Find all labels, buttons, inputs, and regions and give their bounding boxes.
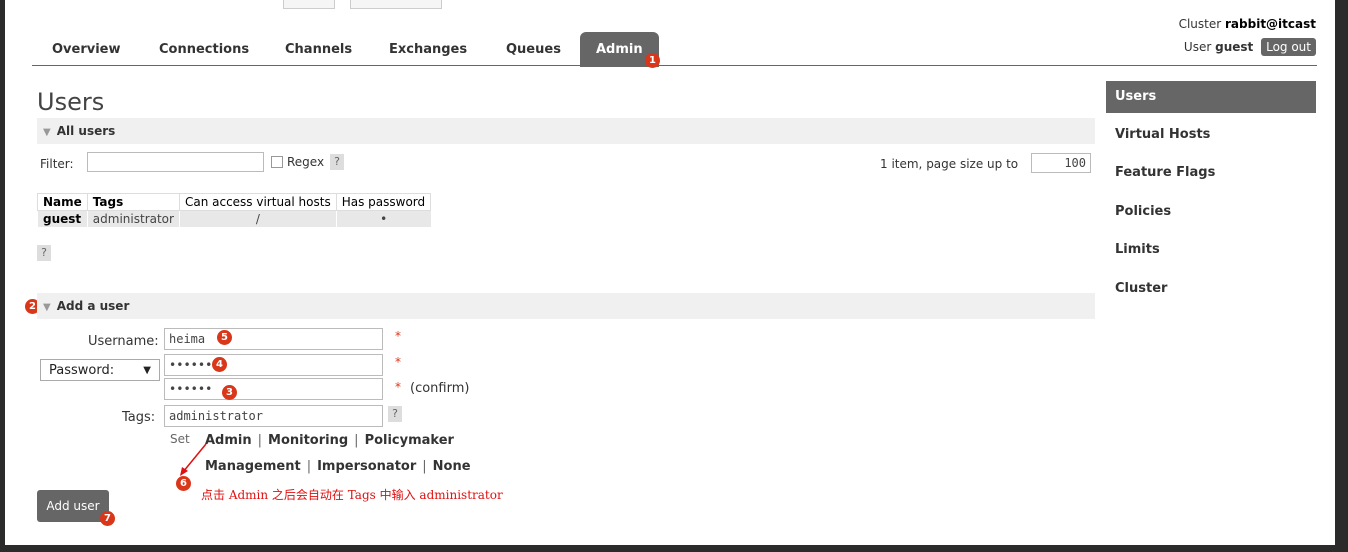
- user-has-password-cell: •: [335, 210, 431, 227]
- required-marker: *: [395, 329, 401, 343]
- sidebar-item-label: Virtual Hosts: [1115, 127, 1211, 142]
- tag-link-monitoring[interactable]: Monitoring: [268, 433, 348, 448]
- add-user-button[interactable]: Add user: [37, 490, 109, 522]
- add-user-title: Add a user: [56, 299, 130, 313]
- table-header-row: Name Tags Can access virtual hosts Has p…: [37, 193, 432, 211]
- separator: |: [257, 433, 263, 448]
- sidebar-item-limits[interactable]: Limits: [1106, 242, 1316, 257]
- tag-link-none[interactable]: None: [433, 459, 471, 474]
- page-size-input[interactable]: [1031, 153, 1091, 173]
- annotation-badge: 3: [222, 385, 237, 400]
- required-marker: *: [395, 355, 401, 369]
- password-type-select[interactable]: Password: ▼: [40, 359, 160, 381]
- confirm-label: (confirm): [410, 381, 470, 396]
- column-header-name[interactable]: Name: [37, 193, 88, 211]
- top-stub: [350, 0, 442, 9]
- password-confirm-input[interactable]: [164, 378, 383, 400]
- tags-input[interactable]: [164, 405, 383, 427]
- tag-links-row2: Management | Impersonator | None: [205, 459, 471, 474]
- sidebar-item-policies[interactable]: Policies: [1106, 204, 1316, 219]
- sidebar-item-label: Cluster: [1115, 281, 1168, 296]
- help-button[interactable]: ?: [37, 245, 51, 261]
- cluster-label: Cluster: [1178, 17, 1222, 31]
- column-header-has-password: Has password: [335, 193, 432, 211]
- tag-links-row1: Admin | Monitoring | Policymaker: [205, 433, 454, 448]
- regex-checkbox[interactable]: [271, 156, 283, 168]
- sidebar-item-feature-flags[interactable]: Feature Flags: [1106, 165, 1316, 180]
- top-stub: [283, 0, 335, 9]
- table-row[interactable]: guest administrator / •: [37, 210, 431, 227]
- separator: |: [422, 459, 427, 474]
- users-table: Name Tags Can access virtual hosts Has p…: [37, 193, 432, 227]
- main-nav: Overview Connections Channels Exchanges …: [32, 30, 1317, 67]
- column-header-tags[interactable]: Tags: [86, 193, 180, 211]
- sidebar-item-label: Policies: [1115, 204, 1172, 219]
- sidebar-item-label: Users: [1115, 89, 1157, 104]
- help-button[interactable]: ?: [388, 406, 402, 422]
- tab-queues[interactable]: Queues: [506, 42, 561, 57]
- tab-exchanges[interactable]: Exchanges: [389, 42, 467, 57]
- tag-link-admin[interactable]: Admin: [205, 433, 252, 448]
- annotation-badge: 6: [176, 476, 191, 491]
- cluster-name: rabbit@itcast: [1225, 17, 1316, 31]
- tag-link-policymaker[interactable]: Policymaker: [365, 433, 454, 448]
- annotation-badge: 4: [212, 357, 227, 372]
- sidebar-item-label: Feature Flags: [1115, 165, 1216, 180]
- user-vhosts-cell: /: [178, 210, 337, 227]
- page-size-label: 1 item, page size up to: [880, 157, 1019, 171]
- regex-label: Regex: [287, 155, 325, 169]
- tab-connections[interactable]: Connections: [159, 42, 249, 57]
- tab-overview[interactable]: Overview: [52, 42, 121, 57]
- filter-label: Filter:: [40, 157, 74, 171]
- add-user-button-label: Add user: [46, 499, 100, 513]
- tag-link-management[interactable]: Management: [205, 459, 301, 474]
- annotation-note: 点击 Admin 之后会自动在 Tags 中输入 administrator: [201, 488, 503, 502]
- annotation-badge: 7: [100, 511, 115, 526]
- annotation-badge: 1: [645, 53, 660, 68]
- tab-channels[interactable]: Channels: [285, 42, 352, 57]
- sidebar-item-label: Limits: [1115, 242, 1160, 257]
- username-label: Username:: [88, 334, 159, 349]
- cluster-info: Cluster rabbit@itcast: [1179, 17, 1316, 31]
- chevron-down-icon: ▼: [143, 365, 151, 376]
- required-marker: *: [395, 380, 401, 394]
- all-users-title: All users: [56, 124, 116, 138]
- tag-link-impersonator[interactable]: Impersonator: [317, 459, 416, 474]
- sidebar-item-virtual-hosts[interactable]: Virtual Hosts: [1106, 127, 1316, 142]
- user-tags-cell: administrator: [86, 210, 180, 227]
- sidebar-item-users[interactable]: Users: [1106, 81, 1316, 113]
- separator: |: [306, 459, 312, 474]
- all-users-section-header[interactable]: ▼ All users: [37, 118, 1095, 144]
- username-input[interactable]: [164, 328, 383, 350]
- annotation-badge: 5: [217, 330, 232, 345]
- user-name-cell[interactable]: guest: [37, 210, 88, 227]
- collapse-triangle-icon: ▼: [43, 127, 51, 138]
- collapse-triangle-icon: ▼: [43, 302, 51, 313]
- help-button[interactable]: ?: [330, 154, 344, 170]
- column-header-vhosts: Can access virtual hosts: [178, 193, 337, 211]
- password-select-value: Password:: [49, 363, 115, 378]
- annotation-arrow-icon: [180, 443, 207, 476]
- separator: |: [354, 433, 359, 448]
- add-user-section-header[interactable]: ▼ Add a user: [37, 293, 1095, 319]
- tags-label: Tags:: [122, 410, 156, 425]
- page-title: Users: [37, 88, 105, 116]
- filter-input[interactable]: [87, 152, 264, 172]
- password-input[interactable]: [164, 354, 383, 376]
- sidebar-item-cluster[interactable]: Cluster: [1106, 281, 1316, 296]
